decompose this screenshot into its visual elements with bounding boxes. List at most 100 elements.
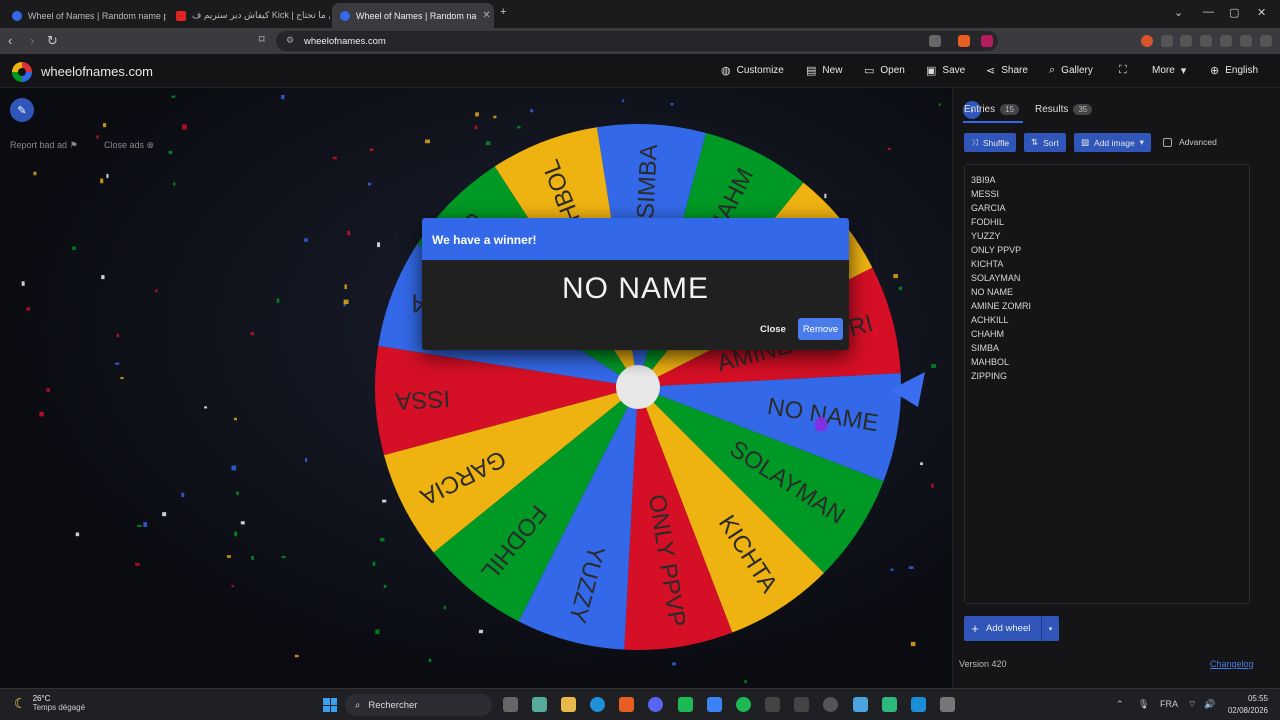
- share-button[interactable]: ⋖ Share: [986, 64, 1028, 77]
- shuffle-button[interactable]: ⤨ Shuffle: [964, 133, 1017, 152]
- url-field[interactable]: ⚙ wheelofnames.com: [276, 31, 998, 51]
- confetti-piece: [485, 141, 491, 146]
- close-tab-icon[interactable]: ✕: [482, 10, 490, 21]
- entry-line: MAHBOL: [971, 357, 1010, 367]
- more-button[interactable]: More ▾: [1152, 64, 1186, 77]
- save-button[interactable]: ▣ Save: [926, 64, 965, 77]
- leo-icon[interactable]: [1220, 35, 1232, 47]
- confetti-piece: [375, 629, 380, 635]
- entries-textarea[interactable]: 3BI9A MESSI GARCIA FODHIL YUZZY ONLY PPVP KICH…: [964, 164, 1250, 604]
- discord-icon[interactable]: [648, 697, 663, 712]
- moon-icon: ☾: [14, 694, 27, 711]
- edge-icon[interactable]: [590, 697, 605, 712]
- chevron-down-icon[interactable]: ▾: [1041, 616, 1059, 641]
- confetti-piece: [251, 555, 254, 560]
- confetti-piece: [938, 103, 941, 107]
- confetti-piece: [475, 112, 479, 117]
- close-button[interactable]: Close: [760, 324, 786, 335]
- results-count-badge: 35: [1073, 104, 1093, 115]
- notepad-icon[interactable]: [911, 697, 926, 712]
- new-button[interactable]: ▤ New: [806, 64, 842, 77]
- confetti-piece: [931, 364, 936, 368]
- back-icon[interactable]: ‹: [8, 33, 12, 48]
- wifi-icon[interactable]: ⌔: [1188, 699, 1196, 710]
- widgets-icon[interactable]: [532, 697, 547, 712]
- tab-results[interactable]: Results 35: [1035, 104, 1093, 115]
- version-label: Version 420: [959, 659, 1007, 669]
- microphone-icon[interactable]: 🎙: [1138, 699, 1149, 710]
- sort-button[interactable]: ⇅ Sort: [1024, 133, 1066, 152]
- wallet-icon[interactable]: [1200, 35, 1212, 47]
- wheel-logo-icon[interactable]: [12, 62, 32, 82]
- rewards-icon[interactable]: [981, 35, 993, 47]
- menu-icon[interactable]: [1260, 35, 1272, 47]
- app-icon[interactable]: [882, 697, 897, 712]
- confetti-piece: [344, 284, 347, 290]
- confetti-piece: [33, 171, 37, 176]
- advanced-checkbox[interactable]: [1163, 138, 1172, 147]
- customize-button[interactable]: ◍ Customize: [721, 64, 784, 77]
- bookmark-icon[interactable]: ⌑: [259, 33, 265, 46]
- tab-list-icon[interactable]: ⌄: [1174, 6, 1183, 19]
- fullscreen-button[interactable]: ⛶: [1119, 64, 1127, 77]
- browser-tab[interactable]: Wheel of Names | Random name pick: [4, 3, 166, 28]
- extension-icon[interactable]: [1141, 35, 1153, 47]
- confetti-piece: [281, 555, 286, 559]
- volume-icon[interactable]: 🔊: [1204, 699, 1215, 710]
- sidebar-icon[interactable]: [1180, 35, 1192, 47]
- wheel-center[interactable]: [616, 365, 660, 409]
- confetti-piece: [332, 156, 337, 160]
- spotify-icon[interactable]: [736, 697, 751, 712]
- capcut-icon[interactable]: [765, 697, 780, 712]
- snipping-tool-icon[interactable]: [940, 697, 955, 712]
- extensions-icon[interactable]: [1161, 35, 1173, 47]
- changelog-link[interactable]: Changelog: [1210, 659, 1254, 669]
- vpn-icon[interactable]: [1240, 35, 1252, 47]
- site-info-icon[interactable]: ⚙: [286, 35, 294, 46]
- confetti-piece: [101, 275, 105, 280]
- app-icon[interactable]: [678, 697, 693, 712]
- brave-icon[interactable]: [619, 697, 634, 712]
- entry-line: FODHIL: [971, 217, 1005, 227]
- weather-widget[interactable]: ☾ 26°C Temps dégagé: [14, 694, 85, 712]
- app-icon[interactable]: [853, 697, 868, 712]
- taskbar-search[interactable]: ⌕ Rechercher: [345, 694, 492, 716]
- active-tab-indicator: [963, 121, 1023, 123]
- time: 05:55: [1247, 694, 1268, 703]
- close-window-icon[interactable]: ✕: [1257, 6, 1266, 19]
- mail-icon[interactable]: [794, 697, 809, 712]
- maximize-icon[interactable]: ▢: [1229, 6, 1239, 19]
- reload-icon[interactable]: ↻: [47, 33, 58, 49]
- brave-shield-icon[interactable]: [958, 35, 970, 47]
- minimize-icon[interactable]: —: [1203, 6, 1214, 18]
- confetti-piece: [96, 135, 99, 139]
- confetti-piece: [106, 173, 109, 179]
- browser-tab[interactable]: كيفاش دير ستريم ف Kick | كل ما تحتاج ...: [168, 3, 330, 28]
- forward-icon[interactable]: ›: [30, 33, 34, 48]
- new-tab-icon[interactable]: +: [500, 6, 506, 18]
- language-indicator[interactable]: FRA: [1160, 699, 1178, 709]
- browser-tab-strip: Wheel of Names | Random name pick كيفاش …: [0, 0, 1280, 28]
- site-name[interactable]: wheelofnames.com: [41, 64, 153, 79]
- open-button[interactable]: ▭ Open: [864, 64, 905, 77]
- confetti-piece: [343, 299, 349, 305]
- steam-icon[interactable]: [823, 697, 838, 712]
- windows-start-icon[interactable]: [323, 698, 337, 712]
- confetti-piece: [182, 124, 187, 130]
- app-icon[interactable]: [707, 697, 722, 712]
- add-image-button[interactable]: ▨ Add image ▾: [1074, 133, 1151, 152]
- tab-entries[interactable]: Entries 15: [964, 104, 1020, 115]
- chevron-up-icon[interactable]: ⌃: [1116, 699, 1124, 710]
- gallery-button[interactable]: ⌕ Gallery: [1049, 64, 1093, 77]
- language-button[interactable]: ⊕ English: [1210, 64, 1258, 77]
- wheel[interactable]: SIMBACHAHMACHKILLAMINE ZOMRINO NAMESOLAY…: [0, 88, 952, 688]
- add-wheel-button[interactable]: + Add wheel ▾: [964, 616, 1059, 641]
- file-explorer-icon[interactable]: [561, 697, 576, 712]
- remove-button[interactable]: Remove: [798, 318, 843, 340]
- entry-line: NO NAME: [971, 287, 1014, 297]
- translate-icon[interactable]: [929, 35, 941, 47]
- entry-line: ACHKILL: [971, 315, 1009, 325]
- task-view-icon[interactable]: [503, 697, 518, 712]
- clock[interactable]: 05:55 02/08/2026: [1228, 693, 1268, 717]
- browser-tab-active[interactable]: Wheel of Names | Random na ✕: [332, 3, 494, 28]
